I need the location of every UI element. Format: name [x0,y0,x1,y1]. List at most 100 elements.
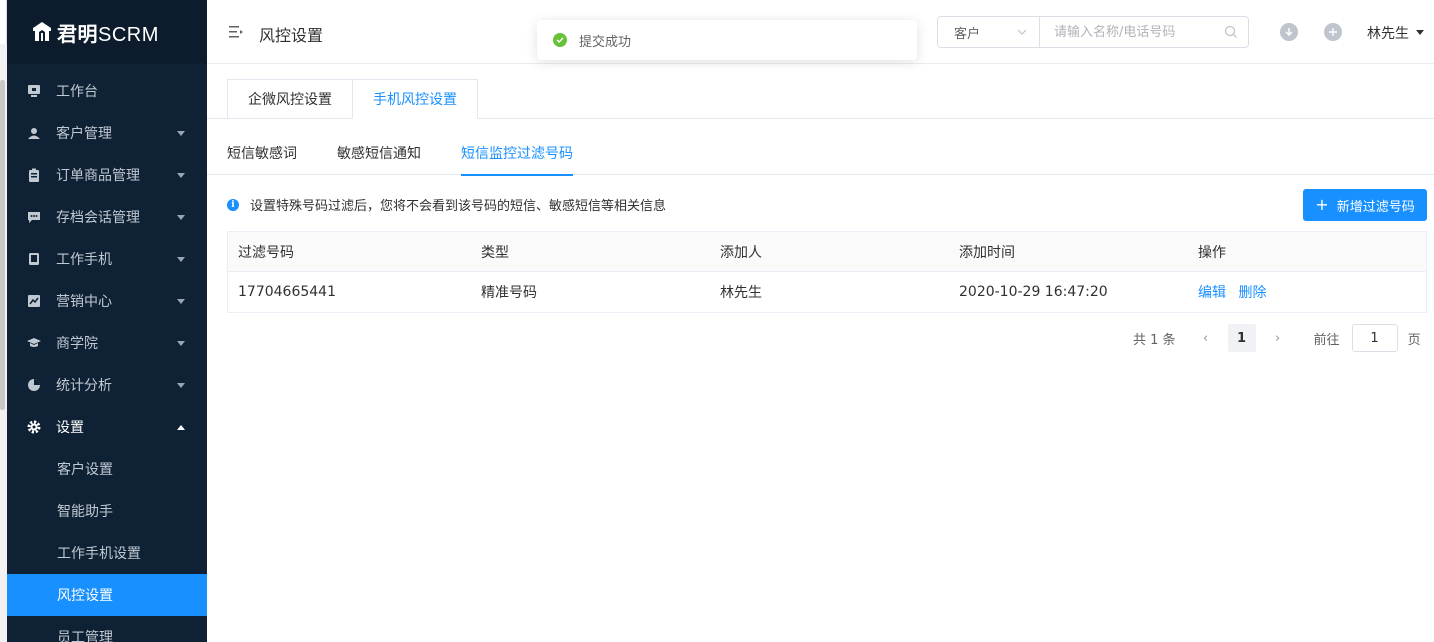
logo[interactable]: 君明SCRM [7,0,207,64]
phone-icon [27,252,41,266]
column-header: 类型 [481,244,509,261]
cell-type: 精准号码 [481,285,537,301]
sidebar-item-label: 客户管理 [56,126,112,142]
graduation-icon [27,336,41,350]
chevron-down-icon [177,383,185,388]
sidebar-item-label: 存档会话管理 [56,210,140,226]
sidebar-item-work-phone[interactable]: 工作手机 [7,238,207,280]
main-content: 企微风控设置 手机风控设置 短信敏感词 敏感短信通知 短信监控过滤号码 i 设置… [207,65,1434,642]
cell-number: 17704665441 [238,284,336,300]
tab-sensitive-sms-notice[interactable]: 敏感短信通知 [337,131,421,175]
column-header: 添加时间 [959,244,1015,261]
sidebar-item-label: 工作手机 [56,252,112,268]
chevron-down-icon [177,257,185,262]
sidebar-item-label: 订单商品管理 [56,168,140,184]
info-icon: i [227,198,239,211]
success-toast: 提交成功 [537,20,917,60]
goto-label: 前往 [1313,332,1340,348]
add-button-label: 新增过滤号码 [1336,199,1415,215]
sidebar-subitem-label: 工作手机设置 [57,546,141,562]
edge-scrollbar[interactable] [0,80,5,410]
sidebar-subitem-smart-assistant[interactable]: 智能助手 [7,490,207,532]
table-header-row: 过滤号码 类型 添加人 添加时间 操作 [228,232,1426,272]
chevron-down-icon [177,215,185,220]
sub-tabs: 短信敏感词 敏感短信通知 短信监控过滤号码 [227,131,613,176]
chat-icon [27,210,41,224]
add-filter-number-button[interactable]: + 新增过滤号码 [1303,189,1427,221]
sidebar-item-label: 商学院 [56,336,98,352]
tab-sms-filter-numbers[interactable]: 短信监控过滤号码 [461,131,573,176]
search-icon[interactable] [1224,25,1238,39]
user-name[interactable]: 林先生 [1367,23,1409,43]
gear-icon [27,420,41,434]
column-header: 操作 [1198,244,1226,261]
delete-link[interactable]: 删除 [1238,285,1266,301]
add-circle-icon[interactable] [1324,23,1342,41]
chevron-right-icon[interactable]: › [1266,331,1290,346]
menu-collapse-icon[interactable] [229,26,243,38]
sidebar-item-customers[interactable]: 客户管理 [7,112,207,154]
cell-time: 2020-10-29 16:47:20 [959,284,1108,300]
pagination-total: 共 1 条 [1133,332,1176,348]
chevron-down-icon [177,131,185,136]
sidebar-item-label: 统计分析 [56,378,112,394]
chevron-down-icon [177,341,185,346]
sidebar-item-label: 设置 [56,420,84,436]
tab-sms-sensitive-words[interactable]: 短信敏感词 [227,131,297,175]
search-type-value: 客户 [954,26,981,42]
caret-down-icon[interactable] [1416,30,1424,35]
card-tabs: 企微风控设置 手机风控设置 [227,79,478,119]
chevron-down-icon [1017,29,1027,35]
sidebar-item-orders[interactable]: 订单商品管理 [7,154,207,196]
info-text: 设置特殊号码过滤后，您将不会看到该号码的短信、敏感短信等相关信息 [250,199,667,214]
edge-notch [0,0,7,44]
logo-text: 君明SCRM [57,21,159,46]
sidebar-subitem-label: 智能助手 [57,504,113,520]
pie-icon [27,378,41,392]
search-type-select[interactable]: 客户 [938,17,1040,47]
clipboard-icon [27,168,41,182]
customers-icon [27,126,41,140]
sidebar-subitem-label: 客户设置 [57,462,113,478]
info-notice: i 设置特殊号码过滤后，您将不会看到该号码的短信、敏感短信等相关信息 [227,195,666,214]
check-circle-icon [553,33,567,47]
sidebar-item-academy[interactable]: 商学院 [7,322,207,364]
chevron-down-icon [177,299,185,304]
sidebar-subitem-customer-settings[interactable]: 客户设置 [7,448,207,490]
page-title: 风控设置 [259,26,324,45]
goto-page-input[interactable] [1351,324,1398,352]
column-header: 过滤号码 [238,244,294,261]
sidebar-item-statistics[interactable]: 统计分析 [7,364,207,406]
table-row: 17704665441 精准号码 林先生 2020-10-29 16:47:20… [228,272,1426,312]
tab-wecom-risk[interactable]: 企微风控设置 [227,79,353,119]
goto-unit: 页 [1407,332,1421,348]
column-header: 添加人 [720,244,762,261]
chevron-up-icon [177,425,185,430]
sidebar-menu: 工作台 客户管理 订单商品管理 存档会话管理 工作手机 营销中心 商学院 统计分… [7,64,207,642]
edit-link[interactable]: 编辑 [1198,285,1226,301]
logo-mark-icon [33,22,51,41]
page-number[interactable]: 1 [1227,324,1256,352]
sidebar-subitem-work-phone-settings[interactable]: 工作手机设置 [7,532,207,574]
sidebar-item-archives[interactable]: 存档会话管理 [7,196,207,238]
monitor-icon [27,84,41,98]
sidebar-subitem-staff-management[interactable]: 员工管理 [7,616,207,642]
sidebar-item-workbench[interactable]: 工作台 [7,70,207,112]
left-edge-strip [0,0,7,642]
sidebar: 君明SCRM 工作台 客户管理 订单商品管理 存档会话管理 工作手机 营销中心 … [7,0,207,642]
download-icon[interactable] [1280,23,1298,41]
sidebar-item-label: 营销中心 [56,294,112,310]
cell-actions: 编辑 删除 [1188,282,1426,302]
cell-adder: 林先生 [720,285,762,301]
sidebar-item-label: 工作台 [56,84,98,100]
tab-phone-risk[interactable]: 手机风控设置 [353,79,478,119]
pagination: 共 1 条 ‹ 1 › 前往 页 [1133,323,1421,353]
plus-icon: + [1315,195,1329,214]
sidebar-subitem-risk-control[interactable]: 风控设置 [7,574,207,616]
chevron-down-icon [177,173,185,178]
sidebar-item-marketing[interactable]: 营销中心 [7,280,207,322]
search-input[interactable] [1040,17,1248,47]
sidebar-item-settings[interactable]: 设置 [7,406,207,448]
filter-number-table: 过滤号码 类型 添加人 添加时间 操作 17704665441 精准号码 林先生… [227,231,1427,313]
chevron-left-icon[interactable]: ‹ [1194,331,1218,346]
